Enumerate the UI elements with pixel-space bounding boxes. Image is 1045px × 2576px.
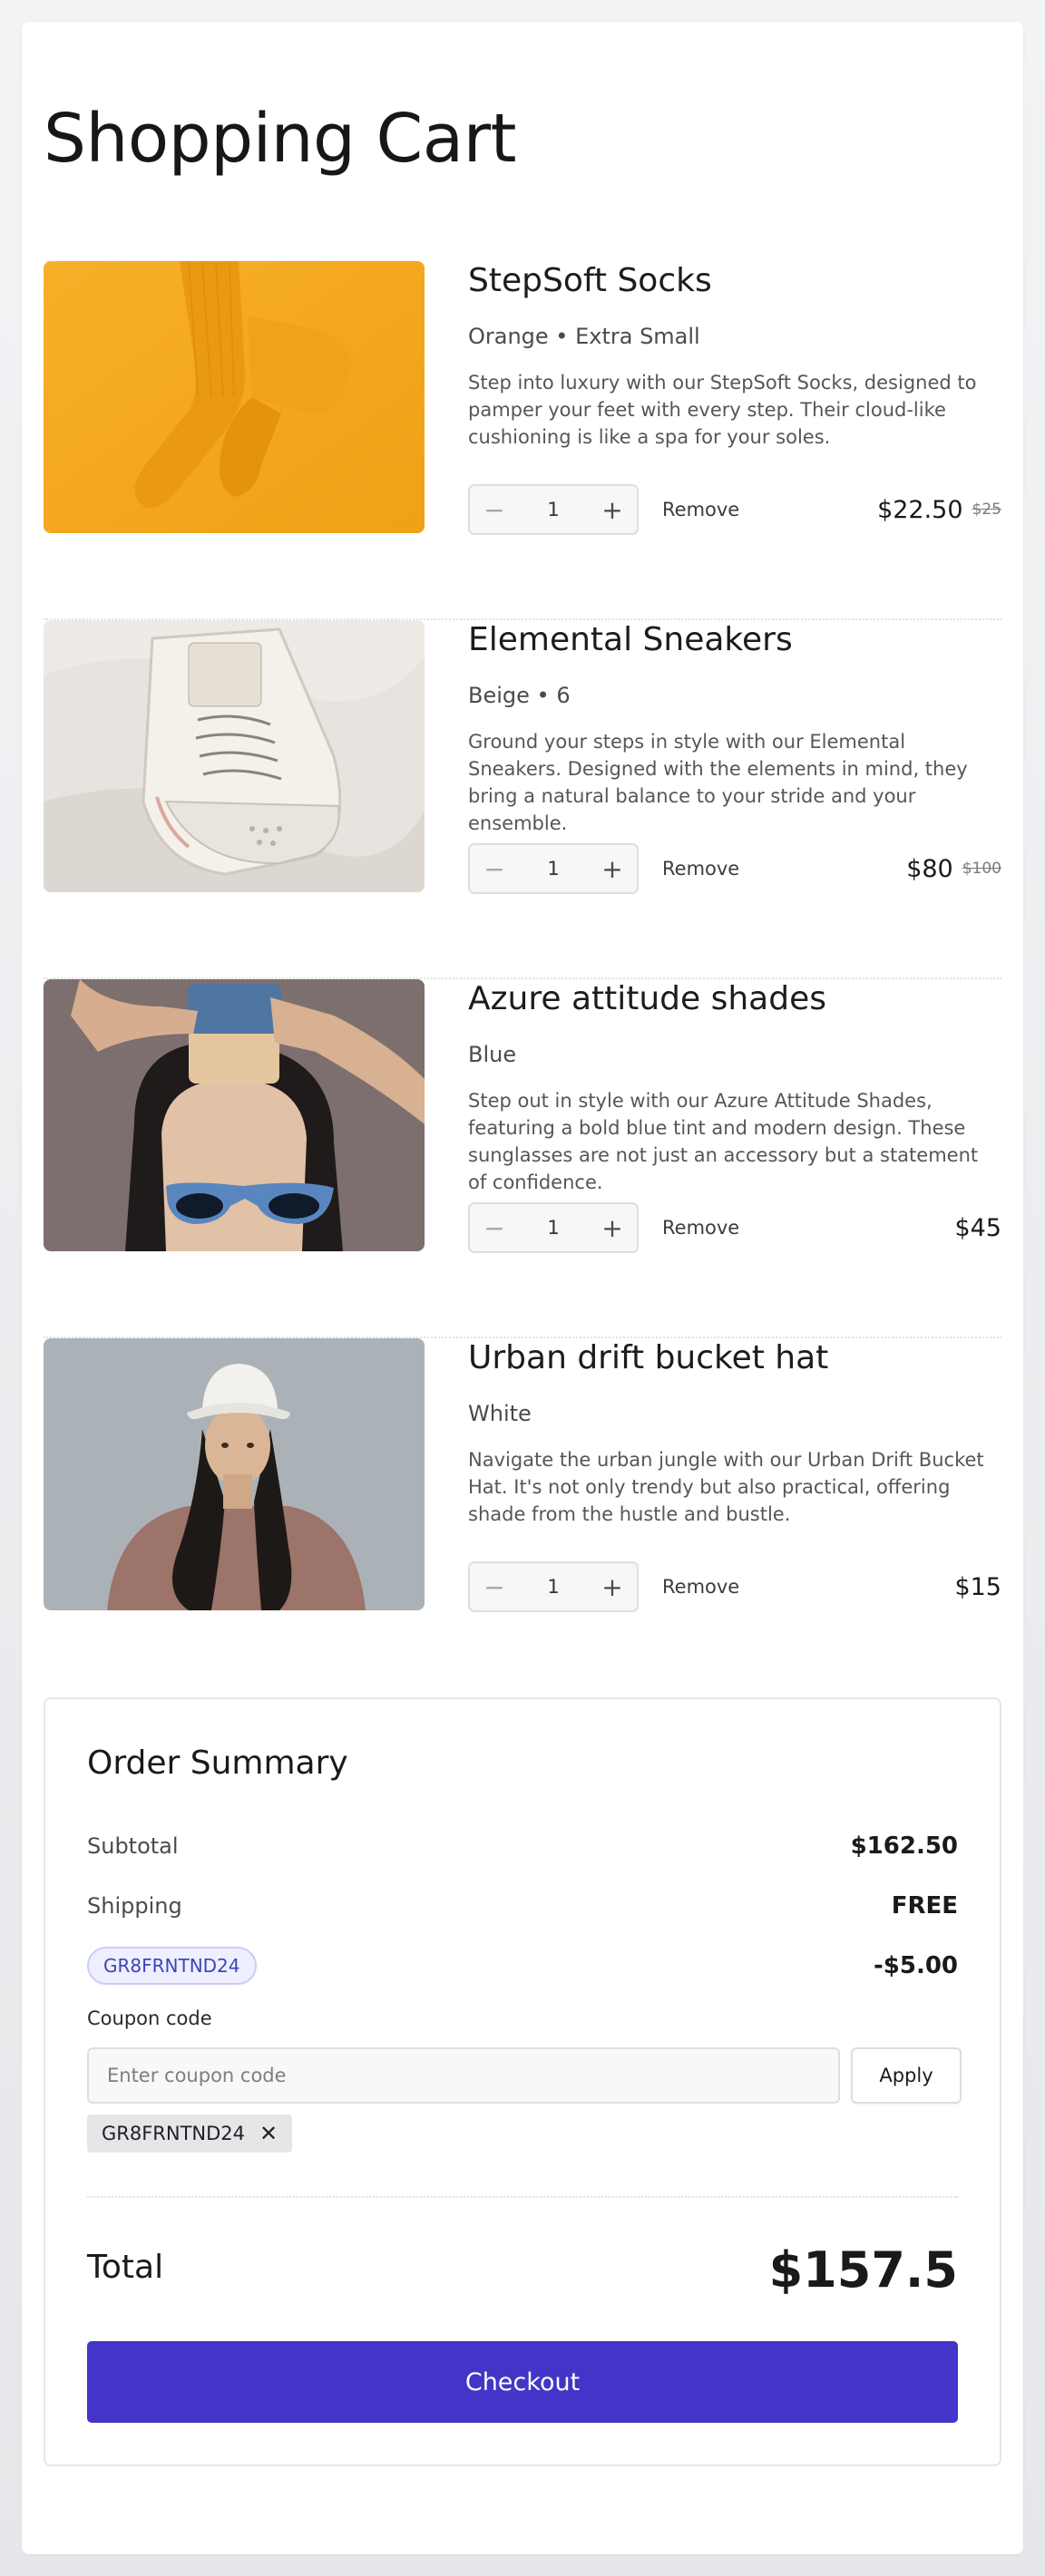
coupon-label: Coupon code	[87, 2007, 212, 2029]
product-variant: Beige • 6	[468, 683, 571, 709]
product-image-socks	[44, 261, 425, 533]
quantity-stepper: − 1 +	[468, 484, 639, 535]
close-icon[interactable]: ✕	[259, 2123, 278, 2144]
applied-coupon-code: GR8FRNTND24	[102, 2123, 246, 2144]
quantity-value[interactable]: 1	[519, 486, 588, 533]
page-title: Shopping Cart	[44, 100, 517, 178]
cart-item: StepSoft Socks Orange • Extra Small Step…	[44, 261, 1001, 620]
plus-icon[interactable]: +	[588, 845, 637, 892]
product-image-sneakers	[44, 620, 425, 892]
summary-divider	[87, 2196, 958, 2198]
remove-button[interactable]: Remove	[662, 843, 739, 894]
orange-socks-image	[44, 261, 425, 533]
quantity-stepper: − 1 +	[468, 843, 639, 894]
white-sneaker-image	[44, 620, 425, 892]
minus-icon[interactable]: −	[470, 1204, 519, 1251]
product-image-shades	[44, 979, 425, 1251]
product-name[interactable]: Azure attitude shades	[468, 979, 1001, 1018]
remove-button[interactable]: Remove	[662, 1202, 739, 1253]
checkout-button[interactable]: Checkout	[87, 2341, 958, 2423]
quantity-stepper: − 1 +	[468, 1561, 639, 1612]
item-price: $22.50	[877, 495, 963, 524]
discount-code-badge: GR8FRNTND24	[87, 1947, 257, 1985]
quantity-stepper: − 1 +	[468, 1202, 639, 1253]
plus-icon[interactable]: +	[588, 1204, 637, 1251]
shipping-label: Shipping	[87, 1893, 182, 1919]
discount-row: GR8FRNTND24 -$5.00	[87, 1947, 958, 1985]
minus-icon[interactable]: −	[470, 845, 519, 892]
white-bucket-hat-image	[44, 1338, 425, 1610]
subtotal-row: Subtotal $162.50	[87, 1828, 958, 1864]
item-old-price: $25	[972, 501, 1001, 519]
item-price: $80	[906, 854, 953, 883]
minus-icon[interactable]: −	[470, 486, 519, 533]
applied-coupon-chip: GR8FRNTND24 ✕	[87, 2114, 293, 2153]
shipping-row: Shipping FREE	[87, 1888, 958, 1924]
product-name[interactable]: Elemental Sneakers	[468, 620, 1001, 659]
cart-item: Azure attitude shades Blue Step out in s…	[44, 979, 1001, 1338]
subtotal-label: Subtotal	[87, 1833, 179, 1859]
product-description: Ground your steps in style with our Elem…	[468, 731, 968, 835]
blue-sunglasses-image	[44, 979, 425, 1251]
plus-icon[interactable]: +	[588, 486, 637, 533]
item-price: $15	[954, 1572, 1001, 1601]
summary-title: Order Summary	[87, 1745, 348, 1782]
product-description: Navigate the urban jungle with our Urban…	[468, 1449, 984, 1526]
order-summary: Order Summary Subtotal $162.50 Shipping …	[44, 1697, 1001, 2466]
plus-icon[interactable]: +	[588, 1563, 637, 1610]
total-label: Total	[87, 2249, 164, 2286]
shipping-value: FREE	[891, 1892, 958, 1920]
quantity-value[interactable]: 1	[519, 1563, 588, 1610]
coupon-input[interactable]	[87, 2047, 840, 2104]
minus-icon[interactable]: −	[470, 1563, 519, 1610]
subtotal-value: $162.50	[850, 1832, 958, 1860]
remove-button[interactable]: Remove	[662, 1561, 739, 1612]
quantity-value[interactable]: 1	[519, 1204, 588, 1251]
item-old-price: $100	[962, 860, 1001, 878]
discount-value: -$5.00	[873, 1952, 958, 1979]
remove-button[interactable]: Remove	[662, 484, 739, 535]
total-value: $157.5	[768, 2241, 958, 2299]
product-name[interactable]: Urban drift bucket hat	[468, 1338, 1001, 1377]
item-price: $45	[954, 1213, 1001, 1242]
apply-button[interactable]: Apply	[851, 2047, 962, 2104]
product-image-bucket-hat	[44, 1338, 425, 1610]
quantity-value[interactable]: 1	[519, 845, 588, 892]
product-name[interactable]: StepSoft Socks	[468, 261, 1001, 300]
product-variant: Orange • Extra Small	[468, 324, 700, 350]
product-description: Step into luxury with our StepSoft Socks…	[468, 372, 977, 449]
product-description: Step out in style with our Azure Attitud…	[468, 1090, 979, 1194]
cart-item: Elemental Sneakers Beige • 6 Ground your…	[44, 620, 1001, 979]
cart-item: Urban drift bucket hat White Navigate th…	[44, 1338, 1001, 1697]
product-variant: White	[468, 1401, 532, 1427]
product-variant: Blue	[468, 1042, 517, 1068]
